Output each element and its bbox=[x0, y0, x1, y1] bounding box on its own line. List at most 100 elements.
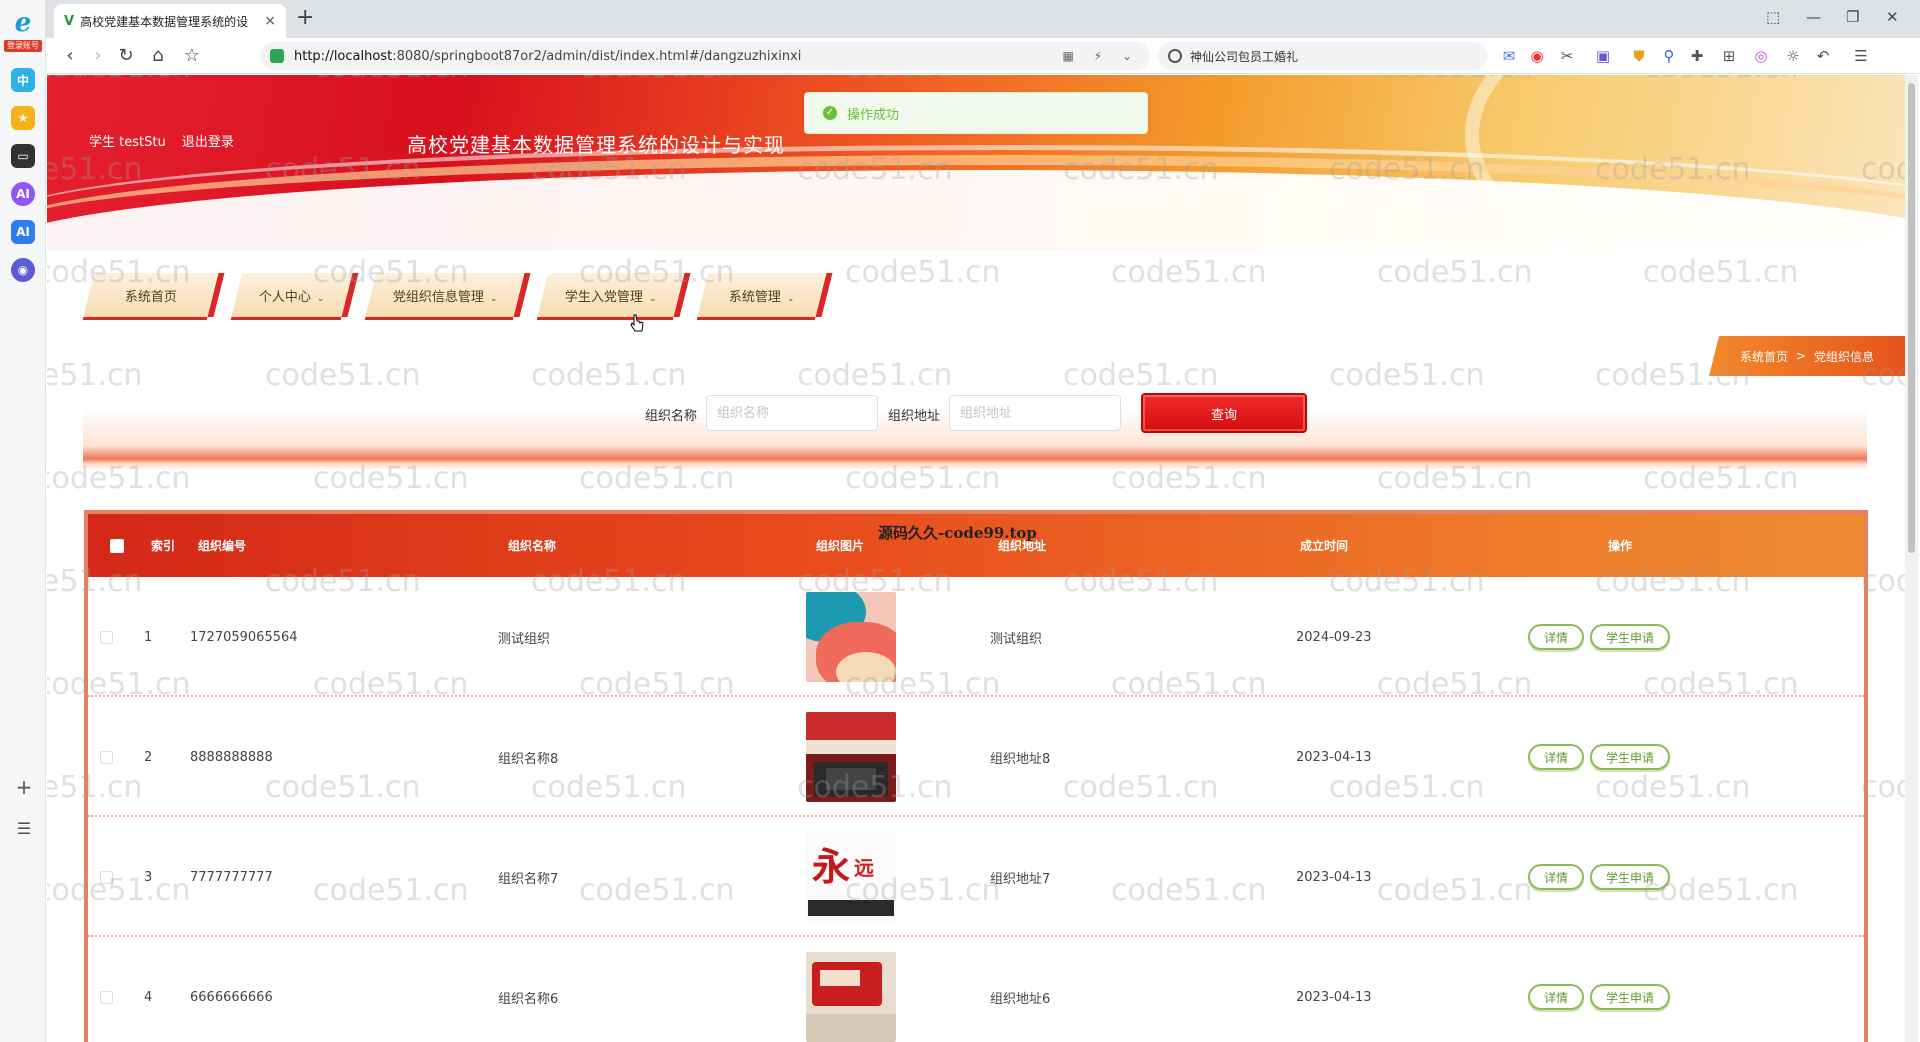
scrollbar-thumb[interactable] bbox=[1908, 83, 1915, 553]
browser-tab-active[interactable]: V 高校党建基本数据管理系统的设 × bbox=[54, 4, 286, 38]
forward-icon[interactable]: › bbox=[86, 44, 110, 68]
breadcrumb-home[interactable]: 系统首页 bbox=[1740, 348, 1788, 365]
url-path: :8080/springboot87or2/admin/dist/index.h… bbox=[392, 48, 802, 64]
row-checkbox[interactable] bbox=[100, 870, 113, 884]
student-apply-button[interactable]: 学生申请 bbox=[1590, 624, 1671, 650]
row-org-address: 组织地址8 bbox=[990, 751, 1051, 767]
translate-icon[interactable]: 中 bbox=[11, 68, 35, 92]
org-address-label: 组织地址 bbox=[888, 409, 941, 424]
org-image[interactable]: 永远 bbox=[806, 832, 896, 922]
row-select-cell bbox=[100, 697, 113, 817]
ai-writer-icon[interactable]: AI bbox=[11, 220, 35, 244]
row-checkbox[interactable] bbox=[100, 630, 113, 644]
add-icon[interactable]: + bbox=[13, 776, 35, 798]
restore-icon[interactable]: ❐ bbox=[1846, 8, 1859, 26]
chat-bot-icon[interactable]: ◉ bbox=[11, 258, 35, 282]
student-apply-button[interactable]: 学生申请 bbox=[1590, 744, 1671, 770]
detail-button[interactable]: 详情 bbox=[1528, 864, 1585, 890]
zoom-icon[interactable]: ⚲ bbox=[1658, 46, 1680, 66]
watermark-text: code51.cn bbox=[1111, 255, 1267, 290]
select-all-checkbox[interactable] bbox=[110, 538, 124, 553]
breadcrumb-current: 党组织信息 bbox=[1814, 349, 1875, 364]
student-apply-button[interactable]: 学生申请 bbox=[1590, 864, 1671, 890]
color-wheel-icon[interactable]: ◎ bbox=[1750, 46, 1772, 66]
row-actions: 详情 学生申请 bbox=[1528, 817, 1676, 937]
row-index: 2 bbox=[144, 749, 153, 765]
success-check-icon: ✓ bbox=[823, 106, 837, 120]
extensions-icon[interactable]: ✚ bbox=[1686, 46, 1708, 66]
org-name-input[interactable] bbox=[706, 395, 878, 431]
detail-button[interactable]: 详情 bbox=[1528, 624, 1585, 650]
toast-message: 操作成功 bbox=[847, 107, 900, 123]
org-image[interactable] bbox=[806, 592, 896, 682]
page-scrollbar[interactable] bbox=[1905, 75, 1918, 1042]
menu-item-personal-center[interactable]: 个人中心 ⌄ bbox=[231, 273, 353, 317]
site-title: 高校党建基本数据管理系统的设计与实现 bbox=[407, 133, 785, 157]
row-actions: 详情 学生申请 bbox=[1528, 937, 1676, 1042]
menu-item-party-org-management[interactable]: 党组织信息管理 ⌄ bbox=[365, 273, 525, 317]
table-header: 索引 组织编号 组织名称 组织图片 组织地址 成立时间 操作 源码久久-code… bbox=[88, 514, 1864, 577]
apps-grid-icon[interactable]: ⊞ bbox=[1718, 46, 1740, 66]
header-actions: 操作 bbox=[1608, 539, 1633, 553]
watermark-text: code51.cn bbox=[845, 255, 1001, 290]
row-org-address: 组织地址7 bbox=[990, 871, 1051, 887]
tshirt-skin-icon[interactable]: ⬚ bbox=[1766, 8, 1780, 26]
org-image[interactable] bbox=[806, 712, 896, 802]
watermark-text: code51.cn bbox=[265, 358, 421, 393]
browser-menu-icon[interactable]: ☰ bbox=[1850, 46, 1872, 66]
back-icon[interactable]: ‹ bbox=[58, 44, 82, 68]
game-icon[interactable]: ▭ bbox=[11, 144, 35, 168]
row-select-cell bbox=[100, 577, 113, 697]
brightness-icon[interactable]: ☼ bbox=[1782, 46, 1804, 66]
detail-button[interactable]: 详情 bbox=[1528, 744, 1585, 770]
translate-ext-icon[interactable]: ▣ bbox=[1592, 46, 1614, 66]
browser-logo[interactable]: e 登录账号 bbox=[4, 8, 42, 58]
org-address-input[interactable] bbox=[949, 395, 1121, 431]
chevron-down-icon: ⌄ bbox=[649, 293, 657, 304]
row-checkbox[interactable] bbox=[100, 750, 113, 764]
row-index: 4 bbox=[144, 989, 153, 1005]
menu-item-system-management[interactable]: 系统管理 ⌄ bbox=[697, 273, 827, 317]
search-engine-box[interactable]: 神仙公司包员工婚礼 bbox=[1158, 42, 1488, 70]
header-code: 组织编号 bbox=[198, 539, 247, 553]
browser-sidebar: e 登录账号 中 ★ ▭ AI AI ◉ + ☰ bbox=[0, 0, 46, 1042]
bookmark-star-icon[interactable]: ☆ bbox=[180, 44, 204, 68]
minimize-icon[interactable]: — bbox=[1806, 8, 1821, 26]
list-menu-icon[interactable]: ☰ bbox=[13, 818, 35, 840]
row-org-code: 1727059065564 bbox=[190, 629, 298, 645]
menu-item-student-join-party[interactable]: 学生入党管理 ⌄ bbox=[537, 273, 685, 317]
close-tab-icon[interactable]: × bbox=[264, 13, 276, 29]
mail-icon[interactable]: ✉ bbox=[1498, 46, 1520, 66]
row-org-image-cell bbox=[806, 577, 896, 697]
scissors-icon[interactable]: ✂ bbox=[1556, 46, 1578, 66]
row-established-date: 2023-04-13 bbox=[1296, 989, 1372, 1005]
tab-title: 高校党建基本数据管理系统的设 bbox=[80, 14, 249, 29]
browser-toolbar: ‹ › ↻ ⌂ ☆ http://localhost:8080/springbo… bbox=[46, 38, 1920, 74]
login-account-tag[interactable]: 登录账号 bbox=[4, 40, 42, 52]
vue-favicon-icon: V bbox=[64, 13, 75, 29]
org-table: 索引 组织编号 组织名称 组织图片 组织地址 成立时间 操作 源码久久-code… bbox=[84, 510, 1868, 1042]
ai-assistant-icon[interactable]: AI bbox=[11, 182, 35, 206]
row-select-cell bbox=[100, 937, 113, 1042]
address-bar-actions[interactable]: ▦ ⚡ ⌄ bbox=[1063, 49, 1140, 63]
reload-icon[interactable]: ↻ bbox=[114, 44, 138, 68]
favorites-star-icon[interactable]: ★ bbox=[11, 106, 35, 130]
search-engine-text: 神仙公司包员工婚礼 bbox=[1190, 49, 1299, 64]
student-apply-button[interactable]: 学生申请 bbox=[1590, 984, 1671, 1010]
weibo-icon[interactable]: ◉ bbox=[1526, 46, 1548, 66]
row-checkbox[interactable] bbox=[100, 990, 113, 1004]
web-page: 学生 testStu 退出登录 高校党建基本数据管理系统的设计与实现 ✓ 操作成… bbox=[47, 75, 1905, 1042]
row-established-date: 2023-04-13 bbox=[1296, 749, 1372, 765]
logout-link[interactable]: 退出登录 bbox=[182, 135, 234, 150]
close-window-icon[interactable]: ✕ bbox=[1886, 8, 1899, 26]
org-image[interactable] bbox=[806, 952, 896, 1042]
address-bar[interactable]: http://localhost:8080/springboot87or2/ad… bbox=[260, 42, 1150, 70]
undo-icon[interactable]: ↶ bbox=[1812, 46, 1834, 66]
query-button[interactable]: 查询 bbox=[1141, 393, 1307, 433]
home-icon[interactable]: ⌂ bbox=[146, 44, 170, 68]
row-index: 3 bbox=[144, 869, 153, 885]
detail-button[interactable]: 详情 bbox=[1528, 984, 1585, 1010]
shield-ext-icon[interactable]: ⛊ bbox=[1628, 46, 1650, 66]
new-tab-button[interactable]: + bbox=[296, 6, 314, 30]
menu-item-home[interactable]: 系统首页 bbox=[83, 273, 219, 317]
